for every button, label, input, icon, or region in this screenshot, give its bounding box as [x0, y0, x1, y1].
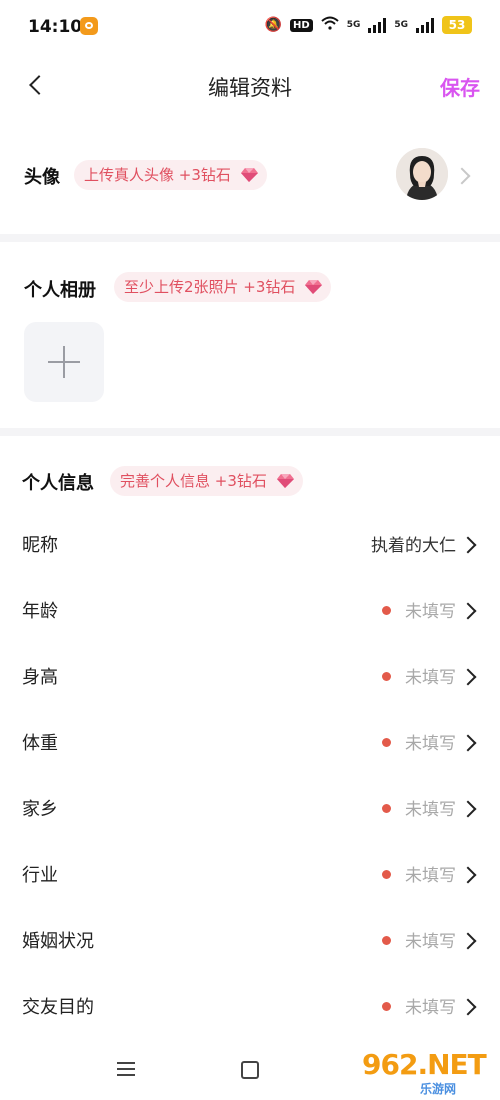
chevron-right-icon	[453, 167, 471, 185]
unfilled-dot-icon	[382, 804, 391, 813]
avatar[interactable]	[396, 148, 448, 200]
status-bar: 14:10 🔕 HD 5G 5G 53	[0, 0, 500, 56]
row-label: 交友目的	[22, 997, 94, 1018]
info-label: 个人信息	[22, 473, 94, 494]
watermark-logo: 962.NET 乐游网	[362, 1048, 492, 1098]
page-title: 编辑资料	[208, 76, 292, 100]
avatar-badge-text: 上传真人头像 +3钻石	[84, 166, 231, 184]
avatar-label: 头像	[24, 167, 60, 188]
row-height[interactable]: 身高 未填写	[0, 643, 500, 709]
signal-icon-2	[416, 17, 434, 33]
row-value: 未填写	[405, 866, 456, 886]
chevron-right-icon	[459, 536, 477, 554]
status-time: 14:10	[28, 17, 83, 37]
album-reward-badge: 至少上传2张照片 +3钻石	[114, 272, 332, 302]
row-weight[interactable]: 体重 未填写	[0, 709, 500, 775]
row-label: 行业	[22, 865, 58, 886]
5g-label-2: 5G	[394, 20, 408, 30]
row-marital-status[interactable]: 婚姻状况 未填写	[0, 907, 500, 973]
diamond-icon	[276, 474, 294, 488]
row-dating-purpose[interactable]: 交友目的 未填写	[0, 973, 500, 1039]
chevron-right-icon	[459, 866, 477, 884]
row-industry[interactable]: 行业 未填写	[0, 841, 500, 907]
chevron-right-icon	[459, 602, 477, 620]
row-value: 未填写	[405, 800, 456, 820]
chevron-right-icon	[459, 800, 477, 818]
info-reward-badge: 完善个人信息 +3钻石	[110, 466, 303, 496]
5g-label: 5G	[346, 20, 361, 30]
row-label: 昵称	[22, 535, 58, 556]
row-nickname[interactable]: 昵称 执着的大仁	[0, 511, 500, 577]
app-notification-icon	[80, 17, 98, 35]
row-value: 未填写	[405, 932, 456, 952]
avatar-reward-badge: 上传真人头像 +3钻石	[74, 160, 267, 190]
system-nav-bar: 962.NET 乐游网	[0, 1040, 500, 1100]
section-divider	[0, 234, 500, 242]
unfilled-dot-icon	[382, 672, 391, 681]
row-value: 未填写	[405, 998, 456, 1018]
signal-icon	[368, 17, 387, 33]
add-photo-button[interactable]	[24, 322, 104, 402]
unfilled-dot-icon	[382, 1002, 391, 1011]
battery-icon: 53	[442, 16, 472, 34]
chevron-right-icon	[459, 998, 477, 1016]
mute-bell-icon: 🔕	[264, 17, 283, 33]
avatar-image	[396, 148, 448, 200]
row-value: 执着的大仁	[371, 536, 456, 556]
row-label: 家乡	[22, 799, 58, 820]
wifi-icon	[321, 16, 339, 34]
unfilled-dot-icon	[382, 606, 391, 615]
status-icons: 🔕 HD 5G 5G 53	[265, 16, 472, 34]
diamond-icon	[305, 280, 323, 294]
album-label: 个人相册	[24, 280, 96, 301]
menu-icon[interactable]	[117, 1062, 135, 1076]
row-label: 年龄	[22, 601, 58, 622]
top-bar: 编辑资料 保存	[0, 56, 500, 116]
hd-icon: HD	[290, 18, 313, 32]
info-badge-text: 完善个人信息 +3钻石	[120, 472, 267, 490]
row-age[interactable]: 年龄 未填写	[0, 577, 500, 643]
diamond-icon	[240, 168, 258, 182]
row-value: 未填写	[405, 668, 456, 688]
watermark-main: 962.NET	[362, 1048, 487, 1081]
home-icon[interactable]	[241, 1061, 259, 1079]
chevron-right-icon	[459, 932, 477, 950]
row-hometown[interactable]: 家乡 未填写	[0, 775, 500, 841]
unfilled-dot-icon	[382, 870, 391, 879]
chevron-right-icon	[459, 734, 477, 752]
chevron-right-icon	[459, 668, 477, 686]
watermark-sub: 乐游网	[420, 1082, 457, 1096]
unfilled-dot-icon	[382, 936, 391, 945]
row-value: 未填写	[405, 734, 456, 754]
row-label: 体重	[22, 733, 58, 754]
row-label: 婚姻状况	[22, 931, 94, 952]
album-badge-text: 至少上传2张照片 +3钻石	[124, 278, 296, 296]
unfilled-dot-icon	[382, 738, 391, 747]
save-button[interactable]: 保存	[440, 72, 480, 101]
row-value: 未填写	[405, 602, 456, 622]
row-label: 身高	[22, 667, 58, 688]
section-divider	[0, 428, 500, 436]
